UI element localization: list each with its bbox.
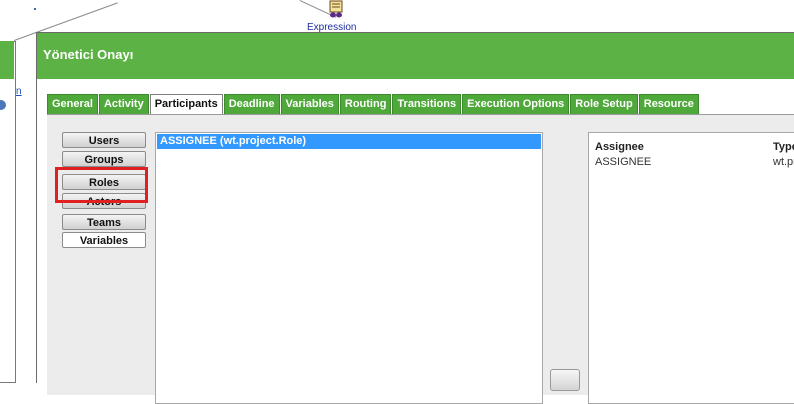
- participant-type-teams[interactable]: Teams: [62, 214, 146, 230]
- dialog-title: Yönetici Onayı: [37, 33, 794, 79]
- participant-type-variables[interactable]: Variables: [62, 232, 146, 248]
- tab-general[interactable]: General: [47, 94, 98, 114]
- tab-routing[interactable]: Routing: [339, 94, 392, 114]
- tab-transitions[interactable]: Transitions: [392, 94, 462, 114]
- background-window-titlebar: [0, 41, 14, 79]
- tab-activity[interactable]: Activity: [98, 94, 149, 114]
- tab-execution-options[interactable]: Execution Options: [462, 94, 570, 114]
- column-header-assignee[interactable]: Assignee: [595, 141, 644, 153]
- tab-role-setup[interactable]: Role Setup: [570, 94, 638, 114]
- connector-dot: [34, 8, 36, 10]
- table-cell-type[interactable]: wt.pr: [773, 156, 794, 168]
- list-item[interactable]: ASSIGNEE (wt.project.Role): [157, 134, 541, 149]
- tab-participants[interactable]: Participants: [149, 94, 223, 114]
- participants-panel: Users Groups Roles Actors Teams Variable…: [47, 114, 794, 404]
- participant-type-users[interactable]: Users: [62, 132, 146, 148]
- tab-deadline[interactable]: Deadline: [223, 94, 280, 114]
- participant-type-groups[interactable]: Groups: [62, 151, 146, 167]
- column-header-type[interactable]: Type: [773, 141, 794, 153]
- available-participants-list[interactable]: ASSIGNEE (wt.project.Role): [155, 132, 543, 404]
- activity-properties-dialog: Yönetici Onayı General Activity Participan…: [36, 32, 794, 404]
- tab-variables[interactable]: Variables: [280, 94, 339, 114]
- background-link[interactable]: n: [16, 86, 22, 97]
- add-participant-button[interactable]: [550, 369, 580, 391]
- background-window: [0, 41, 16, 383]
- expression-node-icon[interactable]: [328, 0, 344, 18]
- tab-resource[interactable]: Resource: [638, 94, 699, 114]
- tab-bar: General Activity Participants Deadline Varia…: [47, 94, 700, 114]
- table-cell-assignee[interactable]: ASSIGNEE: [595, 156, 651, 168]
- roles-highlight-box: [55, 167, 148, 203]
- selected-participants-table[interactable]: Assignee Type ASSIGNEE wt.pr: [588, 132, 794, 404]
